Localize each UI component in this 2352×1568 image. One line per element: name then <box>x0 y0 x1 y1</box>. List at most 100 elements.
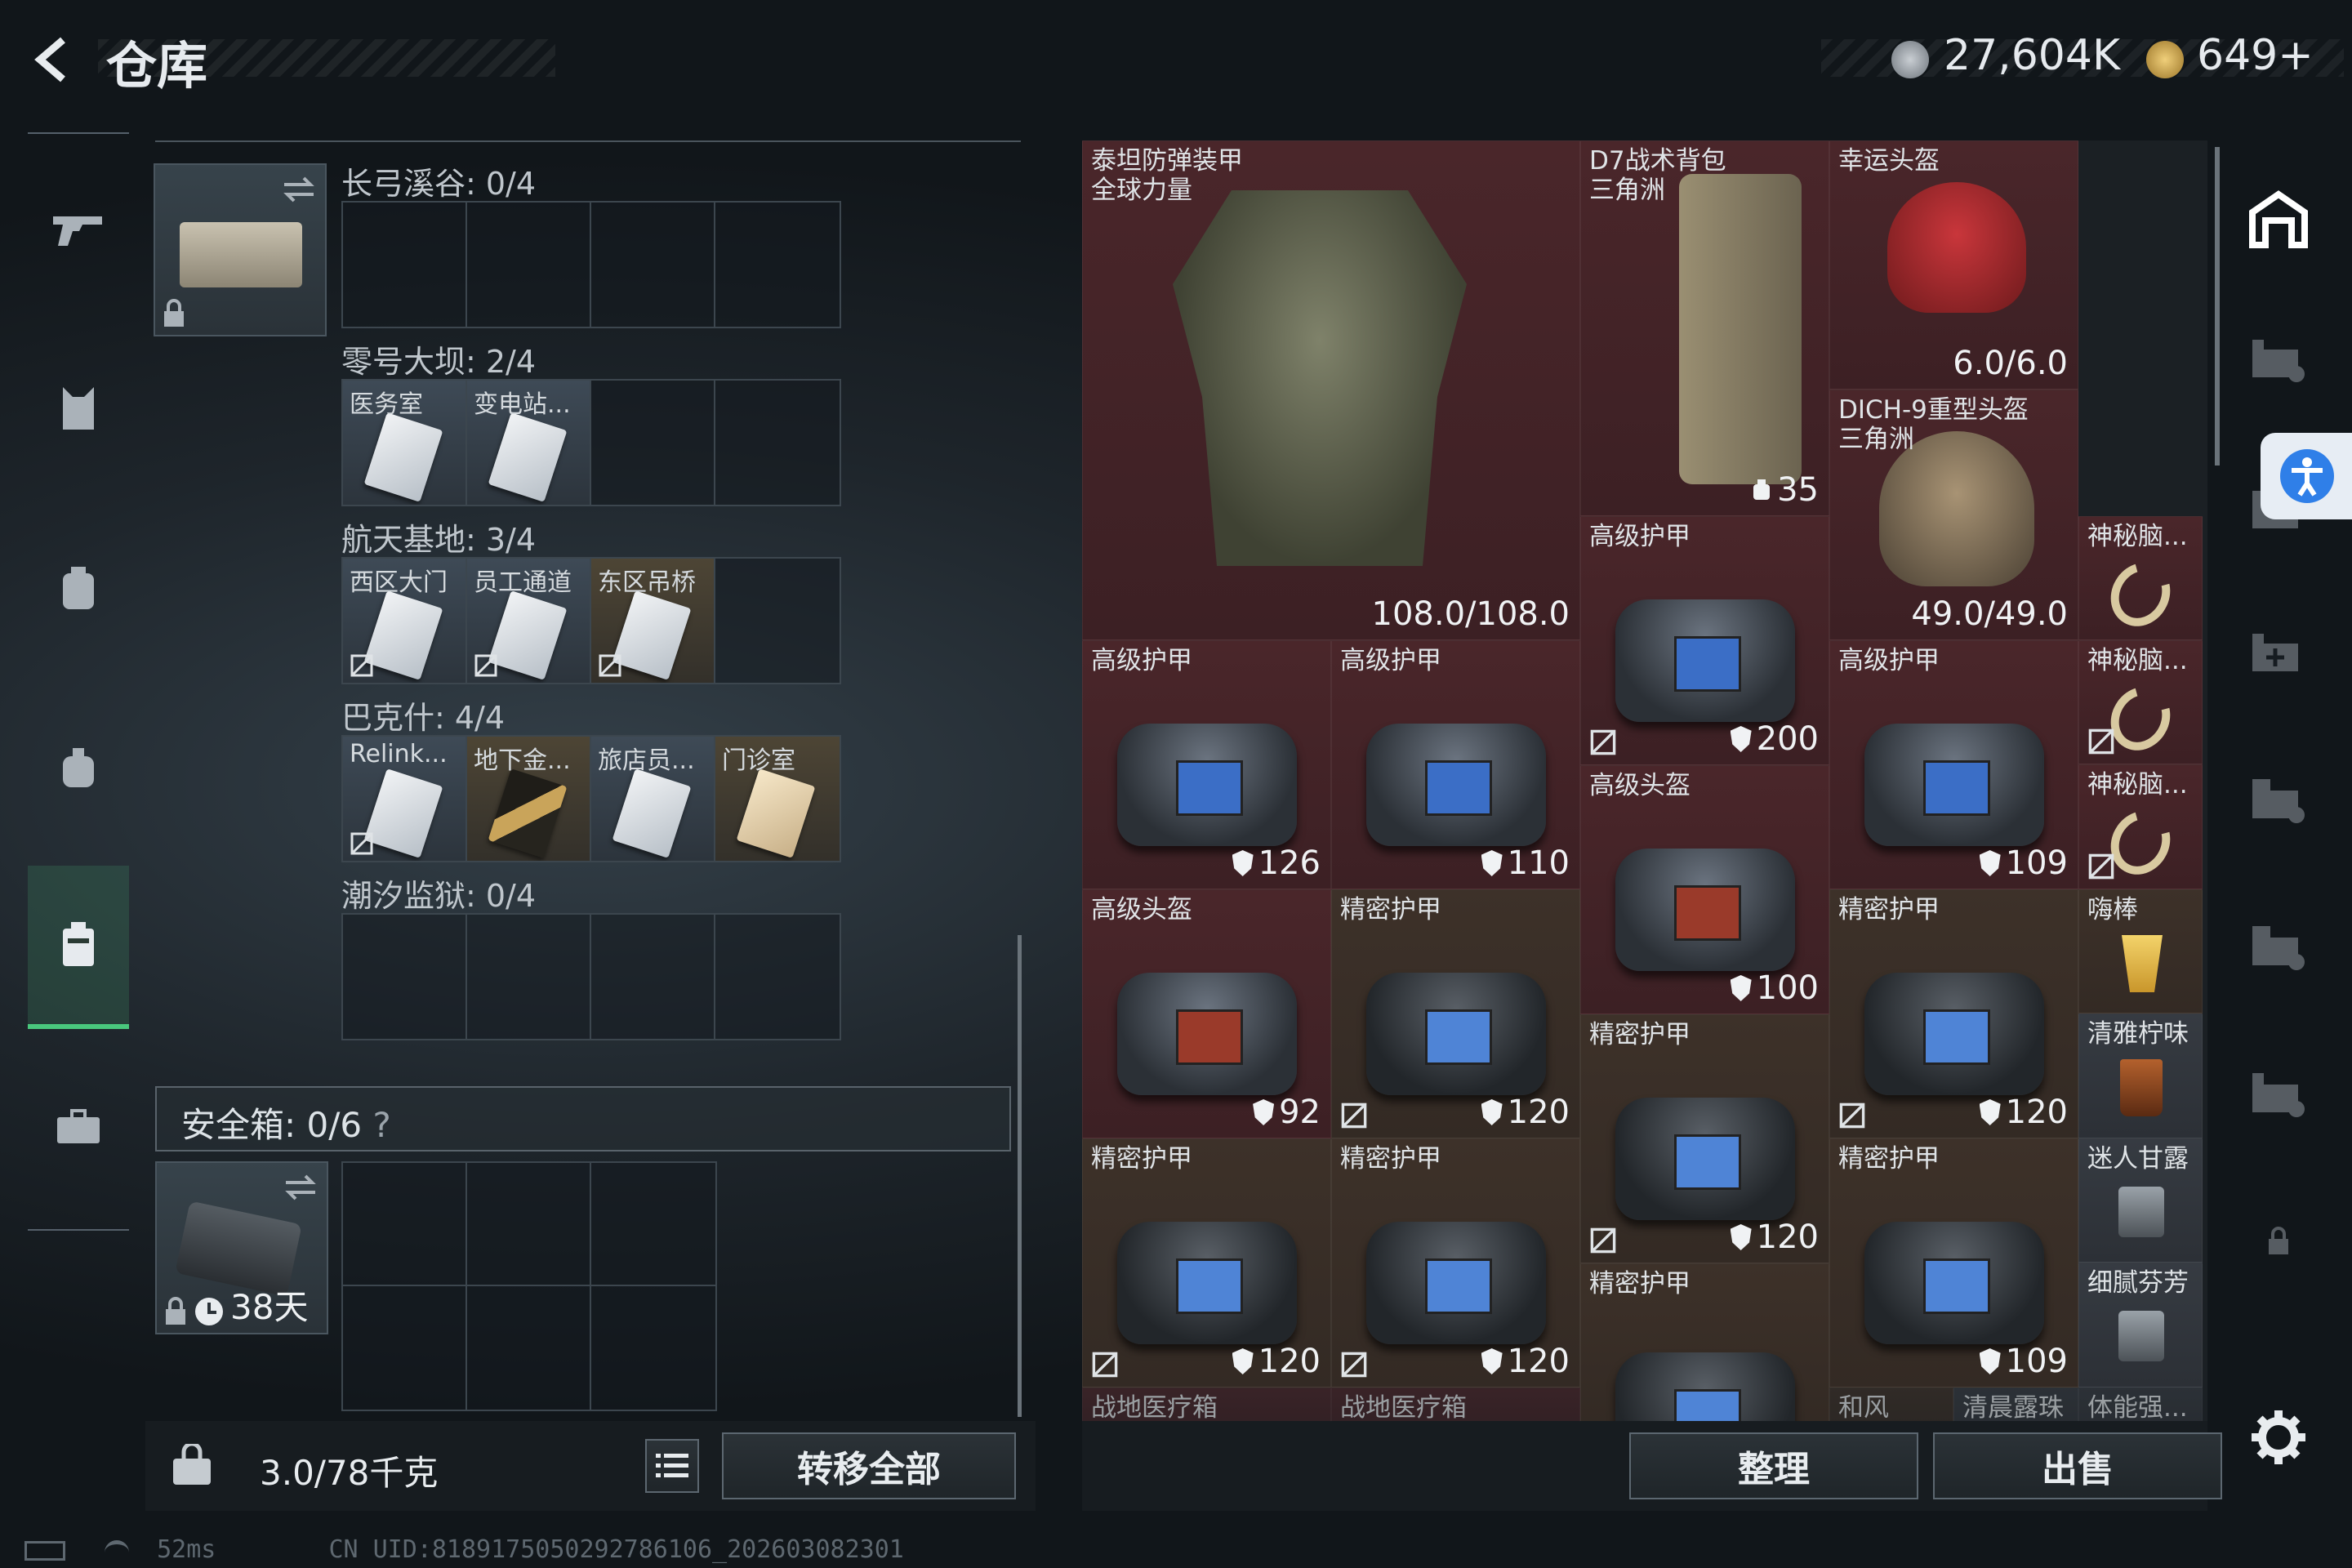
gun-icon[interactable] <box>28 147 129 310</box>
gear-icon[interactable] <box>2238 1396 2319 1478</box>
keycard-slot[interactable]: 员工通道 <box>467 559 591 683</box>
storage-tab-5[interactable] <box>2238 906 2319 988</box>
item-slot[interactable]: 幸运头盔 6.0/6.0 <box>1829 140 2078 390</box>
capacity: 35 <box>1751 471 1819 509</box>
back-arrow-icon[interactable] <box>24 31 82 88</box>
storage-tab-4[interactable] <box>2238 760 2319 841</box>
empty-slot[interactable] <box>467 1286 591 1410</box>
divider <box>28 132 129 134</box>
gold-coin-icon <box>2146 41 2184 78</box>
swap-icon[interactable] <box>281 173 317 206</box>
accessibility-button[interactable] <box>2261 433 2352 519</box>
currency-gold[interactable]: 649+ <box>2197 31 2314 80</box>
durability: 109 <box>1979 1343 2068 1380</box>
item-slot[interactable]: DICH-9重型头盔 三角洲 49.0/49.0 <box>1829 390 2078 640</box>
empty-slot[interactable] <box>467 1163 591 1286</box>
empty-slot[interactable] <box>591 915 715 1039</box>
inventory-scrollbar[interactable] <box>2215 147 2220 466</box>
swap-icon[interactable] <box>283 1171 318 1204</box>
item-slot[interactable]: 细腻芬芳 <box>2078 1263 2203 1388</box>
battery-icon <box>24 1540 65 1561</box>
durability: 110 <box>1481 844 1570 882</box>
item-slot[interactable]: 神秘脑... <box>2078 764 2203 889</box>
item-slot[interactable]: 体能强... <box>2078 1388 2203 1421</box>
item-slot[interactable]: 高级护甲 110 <box>1331 640 1580 889</box>
backpack-icon[interactable] <box>28 506 129 670</box>
item-slot[interactable]: 神秘脑... <box>2078 516 2203 640</box>
item-slot[interactable]: 战地医疗箱 <box>1082 1388 1331 1421</box>
item-slot[interactable]: 神秘脑... <box>2078 640 2203 764</box>
empty-slot[interactable] <box>715 203 840 327</box>
shield-icon <box>1232 1348 1254 1374</box>
armor-image <box>1173 190 1467 566</box>
empty-slot[interactable] <box>591 381 715 505</box>
item-slot[interactable]: 精密护甲 120 <box>1331 889 1580 1138</box>
item-slot[interactable]: 精密护甲 120 <box>1331 1138 1580 1388</box>
keycard-slot[interactable]: 地下金... <box>467 737 591 861</box>
keycard-slot[interactable]: 旅店员... <box>591 737 715 861</box>
shield-icon <box>1730 1224 1752 1250</box>
storage-tab-6[interactable] <box>2238 1054 2319 1135</box>
item-slot[interactable]: 精密护甲 120 <box>1829 889 2078 1138</box>
safebox-slot[interactable]: 38天 <box>155 1161 328 1334</box>
item-slot[interactable]: 清雅柠味 <box>2078 1013 2203 1138</box>
empty-slot[interactable] <box>715 381 840 505</box>
item-slot[interactable]: 精密护甲 120 <box>1580 1014 1829 1263</box>
bag-icon[interactable] <box>28 686 129 849</box>
empty-slot[interactable] <box>343 203 467 327</box>
item-slot[interactable]: 嗨棒 <box>2078 889 2203 1013</box>
item-slot[interactable]: 泰坦防弹装甲 全球力量 108.0/108.0 <box>1082 140 1580 640</box>
item-slot[interactable]: 清晨露珠 <box>1953 1388 2078 1421</box>
item-slot[interactable]: 精密护甲 120 <box>1082 1138 1331 1388</box>
item-slot[interactable]: 高级头盔 100 <box>1580 765 1829 1014</box>
item-slot[interactable]: 精密护甲 <box>1580 1263 1829 1421</box>
keycard-case-slot[interactable] <box>154 163 327 336</box>
armor-icon[interactable] <box>28 327 129 490</box>
item-slot[interactable]: D7战术背包 三角洲 35 <box>1580 140 1829 516</box>
item-slot[interactable]: 战地医疗箱 <box>1331 1388 1580 1421</box>
list-view-button[interactable] <box>645 1439 699 1493</box>
keycard-slot[interactable]: Relink... <box>343 737 467 861</box>
item-slot[interactable]: 高级头盔 92 <box>1082 889 1331 1138</box>
empty-slot[interactable] <box>343 1286 467 1410</box>
empty-slot[interactable] <box>591 1286 715 1410</box>
empty-slot[interactable] <box>343 915 467 1039</box>
empty-slot[interactable] <box>467 203 591 327</box>
no-trade-icon <box>1590 1227 1616 1254</box>
transfer-all-button[interactable]: 转移全部 <box>722 1432 1016 1499</box>
wifi-icon <box>105 1539 130 1561</box>
item-slot[interactable]: 高级护甲 126 <box>1082 640 1331 889</box>
storage-tab-1[interactable] <box>2238 318 2319 400</box>
empty-slot[interactable] <box>715 915 840 1039</box>
item-slot[interactable]: 精密护甲 109 <box>1829 1138 2078 1388</box>
keycard-case-image <box>180 222 302 287</box>
backpack-image <box>1679 174 1802 484</box>
empty-slot[interactable] <box>715 559 840 683</box>
empty-slot[interactable] <box>467 915 591 1039</box>
sell-button[interactable]: 出售 <box>1933 1432 2222 1499</box>
empty-slot[interactable] <box>343 1163 467 1286</box>
briefcase-icon[interactable] <box>28 1045 129 1209</box>
help-icon[interactable]: ? <box>372 1105 390 1145</box>
item-slot[interactable]: 高级护甲 200 <box>1580 516 1829 765</box>
page-title: 仓库 <box>106 36 208 96</box>
storage-tab-main[interactable] <box>2238 180 2319 261</box>
category-sidebar <box>28 131 129 1233</box>
keycard-image <box>363 590 443 680</box>
keycard-slot[interactable]: 东区吊桥 <box>591 559 715 683</box>
sort-button[interactable]: 整理 <box>1629 1432 1918 1499</box>
left-scrollbar[interactable] <box>1018 935 1022 1417</box>
empty-slot[interactable] <box>591 1163 715 1286</box>
keycard-slot[interactable]: 变电站... <box>467 381 591 505</box>
keycard-slot[interactable]: 医务室 <box>343 381 467 505</box>
keycard-slot[interactable]: 门诊室 <box>715 737 840 861</box>
durability-value: 120 <box>1507 1094 1570 1131</box>
case-icon[interactable] <box>28 866 129 1029</box>
item-slot[interactable]: 迷人甘露 <box>2078 1138 2203 1263</box>
item-slot[interactable]: 和风 <box>1829 1388 1953 1421</box>
empty-slot[interactable] <box>591 203 715 327</box>
inventory-bottom-bar: 整理 出售 <box>1082 1421 2222 1511</box>
item-slot[interactable]: 高级护甲 109 <box>1829 640 2078 889</box>
storage-tab-3[interactable] <box>2238 612 2319 694</box>
keycard-slot[interactable]: 西区大门 <box>343 559 467 683</box>
